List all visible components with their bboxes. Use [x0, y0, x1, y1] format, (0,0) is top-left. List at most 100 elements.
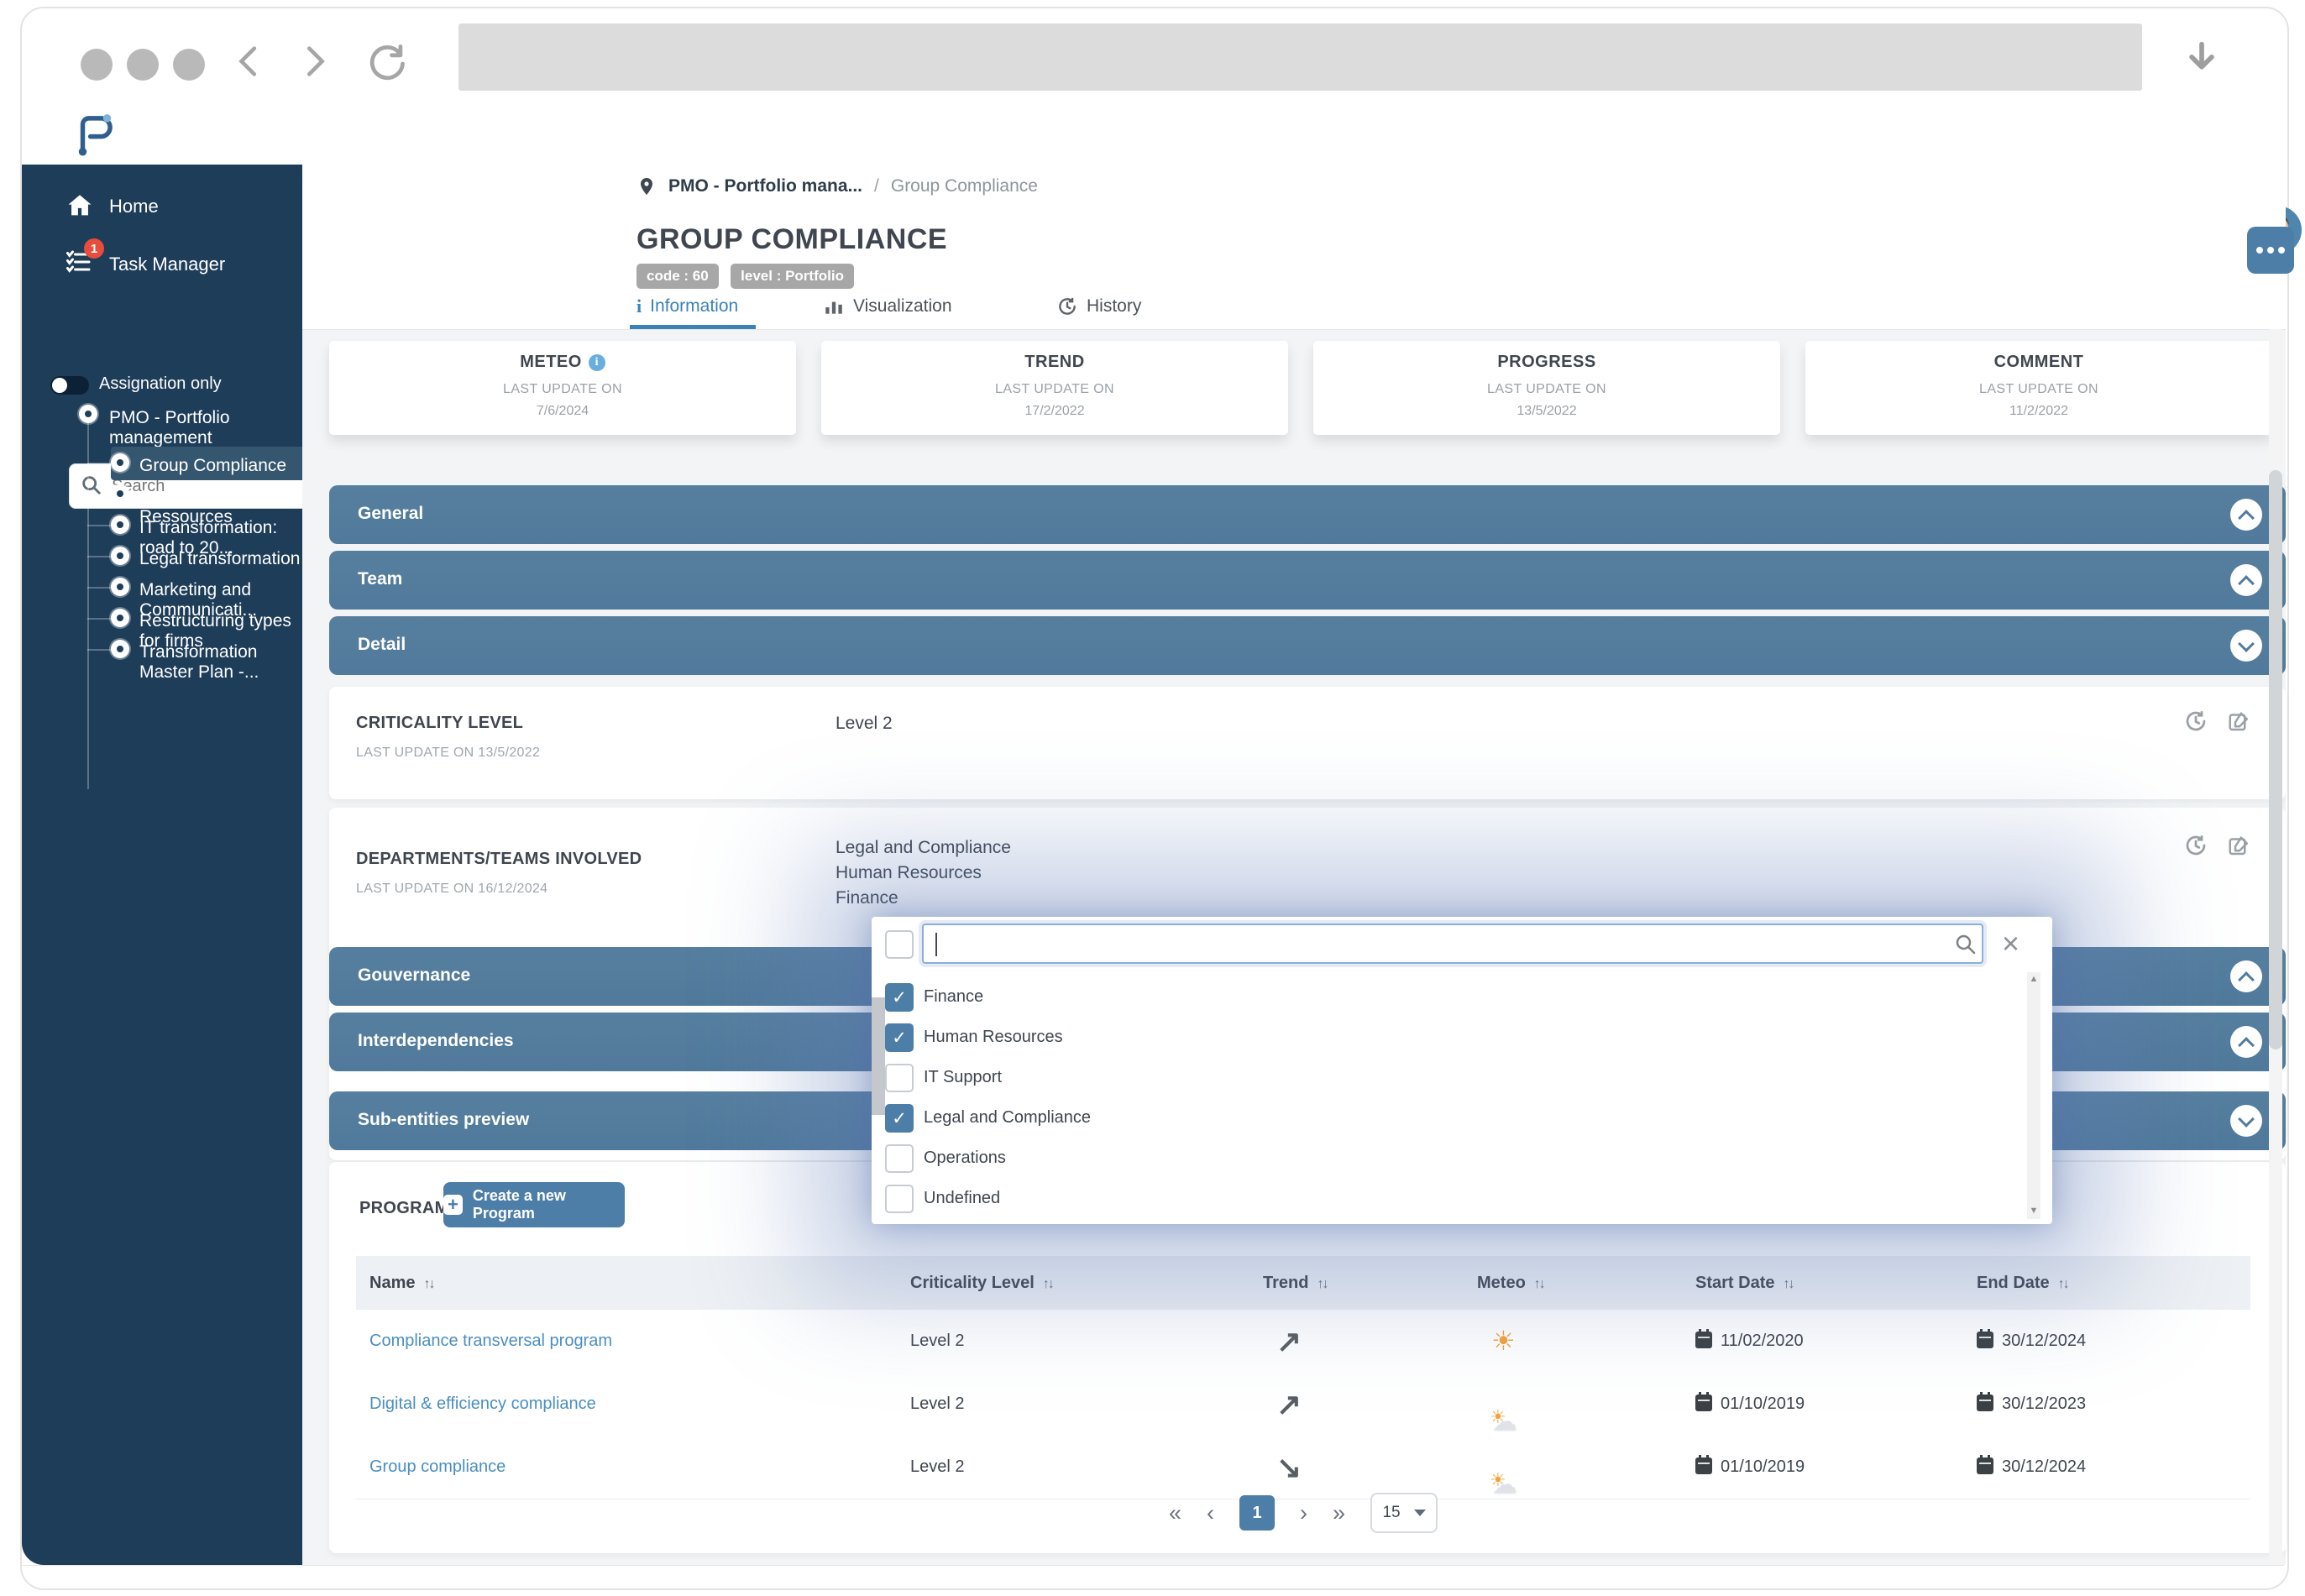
sort-icon[interactable]: ↑↓ [1783, 1277, 1793, 1291]
sidebar-item-task-manager[interactable]: Task Manager [109, 254, 225, 275]
sidebar-item-home[interactable]: Home [109, 196, 159, 217]
check-icon: ✓ [892, 1028, 907, 1049]
option-label-legal-compliance[interactable]: Legal and Compliance [924, 1108, 1091, 1128]
departments-value-3: Finance [836, 888, 898, 908]
assignation-only-label: Assignation only [99, 374, 222, 394]
dropdown-scrollbar-thumb[interactable] [872, 997, 885, 1115]
trend-card-date: 17/2/2022 [821, 404, 1288, 419]
table-row: Digital & efficiency compliance Level 2 … [356, 1373, 2250, 1436]
option-checkbox[interactable]: ✓ [885, 1064, 914, 1092]
chevron-up-icon[interactable] [2230, 960, 2262, 992]
sort-icon[interactable]: ↑↓ [2058, 1277, 2068, 1291]
download-icon[interactable] [2180, 37, 2224, 81]
scroll-up-icon[interactable]: ▲ [2027, 974, 2040, 984]
create-program-button[interactable]: + Create a new Program [443, 1182, 625, 1227]
propilot-logo-icon [71, 109, 119, 158]
sort-icon[interactable]: ↑↓ [1534, 1277, 1544, 1291]
option-label-operations[interactable]: Operations [924, 1149, 1006, 1168]
option-checkbox[interactable]: ✓ [885, 1023, 914, 1052]
section-team[interactable]: Team [329, 551, 2286, 610]
page-scrollbar-thumb[interactable] [2269, 470, 2282, 1049]
option-label-finance[interactable]: Finance [924, 987, 983, 1007]
sidebar-item-transformation-master[interactable]: Transformation Master Plan -... [139, 642, 302, 683]
sort-icon[interactable]: ↑↓ [423, 1277, 433, 1291]
option-checkbox[interactable]: ✓ [885, 1144, 914, 1173]
trend-value: ↘ [1276, 1436, 1302, 1499]
sidebar-item-group-compliance[interactable]: Group Compliance [139, 456, 286, 476]
select-all-checkbox[interactable]: ✓ [885, 930, 914, 959]
address-bar[interactable] [458, 24, 2142, 91]
option-checkbox[interactable]: ✓ [885, 983, 914, 1012]
tab-information[interactable]: i Information [636, 296, 738, 317]
dropdown-search-input[interactable] [922, 924, 1983, 964]
section-detail[interactable]: Detail [329, 616, 2286, 675]
section-team-label: Team [358, 569, 402, 589]
program-link[interactable]: Digital & efficiency compliance [369, 1373, 596, 1436]
program-link[interactable]: Compliance transversal program [369, 1310, 612, 1373]
field-history-icon[interactable] [2183, 833, 2208, 858]
info-icon[interactable]: i [589, 354, 605, 371]
tab-information-label: Information [650, 296, 738, 317]
chevron-down-icon[interactable] [2230, 1105, 2262, 1137]
option-label-it-support[interactable]: IT Support [924, 1068, 1002, 1087]
app-header: proPilot Powered by dFakto EN Arthur Le … [22, 99, 2284, 165]
end-date-cell: 30/12/2023 [1977, 1373, 2086, 1436]
breadcrumb-parent[interactable]: PMO - Portfolio mana... [668, 176, 862, 196]
chevron-up-icon[interactable] [2230, 499, 2262, 531]
refresh-button[interactable] [364, 42, 408, 86]
program-link[interactable]: Group compliance [369, 1436, 506, 1499]
departments-value-1: Legal and Compliance [836, 838, 1011, 858]
scroll-down-icon[interactable]: ▼ [2027, 1206, 2040, 1216]
assignation-toggle[interactable] [50, 376, 89, 395]
entity-node-icon [111, 453, 129, 472]
window-dot-3 [173, 49, 205, 81]
field-edit-icon[interactable] [2227, 709, 2252, 734]
option-label-undefined[interactable]: Undefined [924, 1189, 1000, 1208]
option-checkbox[interactable]: ✓ [885, 1104, 914, 1133]
field-history-icon[interactable] [2183, 709, 2208, 734]
pagination-next[interactable]: › [1300, 1500, 1307, 1526]
progress-card-update-label: LAST UPDATE ON [1313, 382, 1780, 397]
tab-history[interactable]: History [1056, 296, 1141, 317]
more-actions-button[interactable] [2247, 227, 2294, 274]
chevron-up-icon[interactable] [2230, 1026, 2262, 1058]
pagination-first[interactable]: « [1169, 1500, 1181, 1526]
forward-button[interactable] [295, 42, 333, 81]
pagination-current-page[interactable]: 1 [1239, 1495, 1275, 1531]
chevron-down-icon[interactable] [2230, 630, 2262, 662]
trend-card-title: TREND [821, 353, 1288, 372]
breadcrumb-current: Group Compliance [891, 176, 1038, 196]
tree-connector [87, 423, 89, 789]
column-header-start-date[interactable]: Start Date↑↓ [1695, 1256, 1793, 1310]
calendar-icon [1695, 1457, 1712, 1474]
back-button[interactable] [232, 42, 270, 81]
column-header-meteo[interactable]: Meteo↑↓ [1477, 1256, 1544, 1310]
pagination-last[interactable]: » [1333, 1500, 1345, 1526]
column-header-name[interactable]: Name↑↓ [369, 1256, 433, 1310]
sort-icon[interactable]: ↑↓ [1317, 1277, 1327, 1291]
close-icon[interactable]: × [2002, 925, 2019, 962]
comment-card-date: 11/2/2022 [1805, 404, 2272, 419]
column-header-end-date[interactable]: End Date↑↓ [1977, 1256, 2068, 1310]
dropdown-scrollbar-track[interactable] [2027, 972, 2040, 1219]
section-general[interactable]: General [329, 485, 2286, 544]
pagination-prev[interactable]: ‹ [1207, 1500, 1214, 1526]
column-header-trend[interactable]: Trend↑↓ [1263, 1256, 1327, 1310]
sidebar-item-legal-transformation[interactable]: Legal transformation [139, 549, 300, 569]
option-label-human-resources[interactable]: Human Resources [924, 1028, 1063, 1047]
entity-node-icon [111, 578, 129, 596]
field-edit-icon[interactable] [2227, 833, 2252, 858]
sidebar-item-pmo-portfolio[interactable]: PMO - Portfolio management [109, 408, 302, 448]
entity-node-icon [111, 547, 129, 565]
page-size-select[interactable]: 15 [1370, 1493, 1438, 1533]
tree-branch [87, 649, 111, 651]
criticality-cell: Level 2 [910, 1310, 965, 1373]
check-icon: ✓ [892, 1108, 907, 1129]
chevron-up-icon[interactable] [2230, 564, 2262, 596]
entity-node-icon [111, 484, 129, 503]
column-header-criticality[interactable]: Criticality Level↑↓ [910, 1256, 1053, 1310]
tab-visualization[interactable]: Visualization [823, 296, 952, 317]
option-checkbox[interactable]: ✓ [885, 1185, 914, 1213]
sort-icon[interactable]: ↑↓ [1043, 1277, 1053, 1291]
end-date-cell: 30/12/2024 [1977, 1436, 2086, 1499]
